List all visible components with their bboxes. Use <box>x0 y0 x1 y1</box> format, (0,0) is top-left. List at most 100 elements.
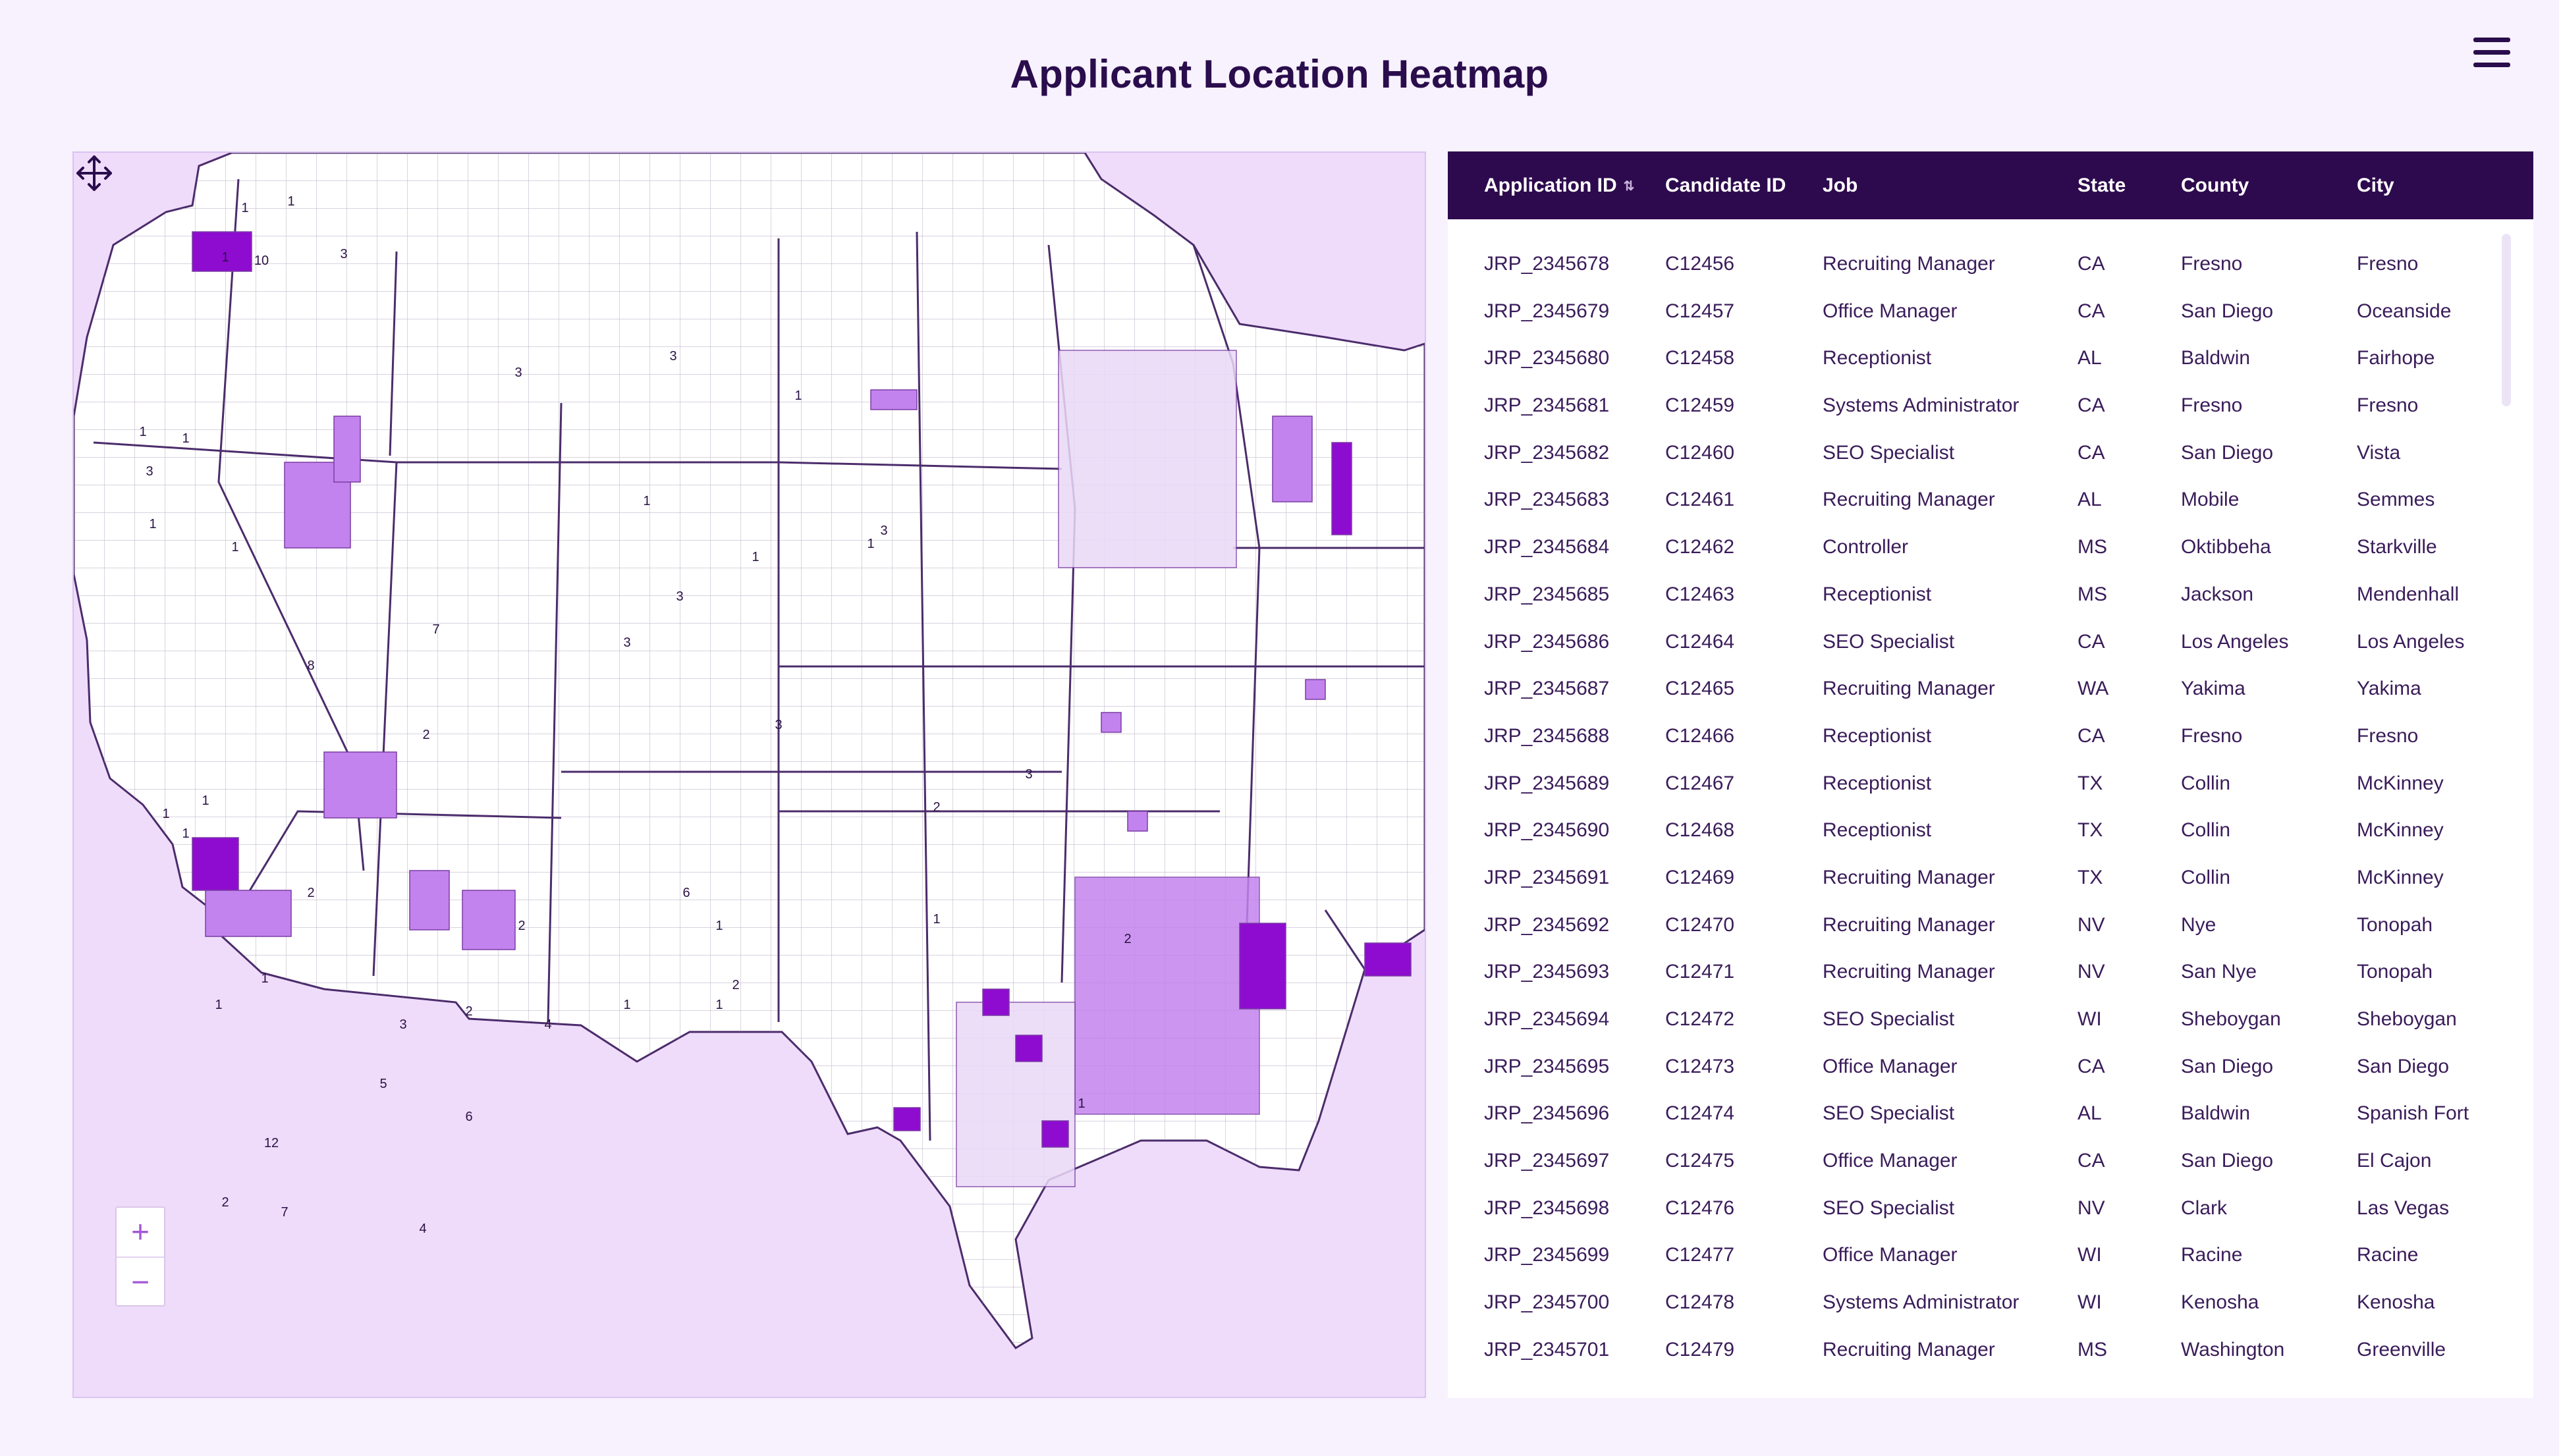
table-cell: Vista <box>2357 441 2401 464</box>
map-count-label: 2 <box>518 919 525 933</box>
table-cell: MS <box>2077 536 2107 558</box>
table-cell: JRP_2345691 <box>1484 866 1610 888</box>
table-cell: CA <box>2077 1150 2105 1172</box>
table-cell: C12463 <box>1665 583 1735 605</box>
zoom-out-button[interactable]: − <box>117 1256 164 1307</box>
hamburger-menu-icon <box>2473 38 2510 42</box>
column-header-job[interactable]: Job <box>1823 151 1857 219</box>
table-cell: JRP_2345701 <box>1484 1338 1610 1361</box>
table-cell: Fresno <box>2181 724 2243 747</box>
table-row[interactable]: JRP_2345687 C12465 Recruiting Manager WA Yak… <box>1448 665 2533 713</box>
table-cell: Washington <box>2181 1338 2285 1361</box>
map-count-label: 3 <box>399 1017 406 1032</box>
table-cell: Spanish Fort <box>2357 1102 2469 1125</box>
table-cell: Receptionist <box>1823 819 1932 842</box>
table-row[interactable]: JRP_2345684 C12462 Controller MS Oktibbeha St… <box>1448 524 2533 571</box>
table-cell: CA <box>2077 441 2105 464</box>
table-row[interactable]: JRP_2345689 C12467 Receptionist TX Collin McK… <box>1448 760 2533 807</box>
table-cell: SEO Specialist <box>1823 1197 1955 1219</box>
map-count-label: 6 <box>682 886 690 900</box>
map-count-label: 1 <box>933 912 940 927</box>
table-cell: Baldwin <box>2181 1102 2251 1125</box>
menu-button[interactable] <box>2473 33 2510 74</box>
table-cell: Fresno <box>2357 394 2419 417</box>
table-row[interactable]: JRP_2345681 C12459 Systems Administrator CA… <box>1448 382 2533 429</box>
table-cell: Oceanside <box>2357 300 2452 322</box>
column-header-city[interactable]: City <box>2357 151 2394 219</box>
map-count-label: 1 <box>202 794 209 808</box>
column-header-application-id[interactable]: Application ID ⇅ <box>1484 151 1634 221</box>
table-cell: SEO Specialist <box>1823 630 1955 653</box>
table-row[interactable]: JRP_2345678 C12456 Recruiting Manager CA Fre… <box>1448 240 2533 288</box>
map-count-label: 2 <box>933 800 940 815</box>
table-row[interactable]: JRP_2345701 C12479 Recruiting Manager MS Was… <box>1448 1326 2533 1374</box>
table-cell: Mobile <box>2181 489 2240 511</box>
table-cell: JRP_2345682 <box>1484 441 1610 464</box>
table-row[interactable]: JRP_2345698 C12476 SEO Specialist NV Clark La… <box>1448 1185 2533 1232</box>
sort-icon[interactable]: ⇅ <box>1624 179 1635 194</box>
table-cell: C12469 <box>1665 866 1735 888</box>
table-row[interactable]: JRP_2345691 C12469 Recruiting Manager TX Col… <box>1448 854 2533 902</box>
move-arrows-icon[interactable] <box>74 153 115 194</box>
map-count-label: 1 <box>215 998 222 1012</box>
map-count-label: 4 <box>419 1222 426 1236</box>
table-row[interactable]: JRP_2345699 C12477 Office Manager WI Racine R… <box>1448 1231 2533 1279</box>
table-row[interactable]: JRP_2345694 C12472 SEO Specialist WI Sheboyg… <box>1448 996 2533 1043</box>
us-county-heatmap[interactable]: 1 1 1 10 3 3 3 1 1 1 3 3 1 1 1 8 7 2 6 3 2 1 1 2 2 1 2 3 2 3 3 1 1 5 1 3 12 4… <box>72 151 1426 1398</box>
table-row[interactable]: JRP_2345683 C12461 Recruiting Manager AL Mob… <box>1448 476 2533 524</box>
column-header-county[interactable]: County <box>2181 151 2249 219</box>
table-cell: Recruiting Manager <box>1823 253 1995 275</box>
table-cell: Yakima <box>2357 678 2421 700</box>
table-row[interactable]: JRP_2345679 C12457 Office Manager CA San Die… <box>1448 288 2533 335</box>
map-count-label: 5 <box>379 1077 387 1091</box>
table-row[interactable]: JRP_2345685 C12463 Receptionist MS Jackson Me… <box>1448 571 2533 618</box>
table-cell: Recruiting Manager <box>1823 489 1995 511</box>
map-count-label: 2 <box>422 728 429 742</box>
table-row[interactable]: JRP_2345686 C12464 SEO Specialist CA Los Ang… <box>1448 618 2533 666</box>
us-map-svg[interactable]: 1 11 10 33311 133111872632112212323311513124… <box>74 153 1425 1397</box>
column-header-candidate-id[interactable]: Candidate ID <box>1665 151 1786 219</box>
table-cell: Receptionist <box>1823 724 1932 747</box>
table-cell: C12462 <box>1665 536 1735 558</box>
map-count-label: 2 <box>221 1195 229 1210</box>
table-cell: TX <box>2077 866 2103 888</box>
table-row[interactable]: JRP_2345697 C12475 Office Manager CA San Die… <box>1448 1137 2533 1185</box>
column-header-state[interactable]: State <box>2077 151 2126 219</box>
table-row[interactable]: JRP_2345695 C12473 Office Manager CA San Die… <box>1448 1043 2533 1091</box>
map-count-label: 2 <box>307 886 314 900</box>
map-count-label: 1 <box>149 517 156 531</box>
table-cell: NV <box>2077 1197 2105 1219</box>
map-count-label: 1 <box>623 998 630 1012</box>
table-cell: Oktibbeha <box>2181 536 2271 558</box>
table-cell: Nye <box>2181 913 2216 936</box>
table-cell: San Diego <box>2181 441 2274 464</box>
table-cell: JRP_2345700 <box>1484 1291 1610 1314</box>
table-cell: Los Angeles <box>2181 630 2289 653</box>
table-cell: Receptionist <box>1823 583 1932 605</box>
map-count-label: 8 <box>307 659 314 673</box>
table-row[interactable]: JRP_2345696 C12474 SEO Specialist AL Baldwin… <box>1448 1090 2533 1137</box>
table-cell: JRP_2345693 <box>1484 961 1610 983</box>
zoom-in-button[interactable]: + <box>117 1208 164 1256</box>
table-row[interactable]: JRP_2345680 C12458 Receptionist AL Baldwin Fa… <box>1448 335 2533 382</box>
table-row[interactable]: JRP_2345692 C12470 Recruiting Manager NV Nye… <box>1448 902 2533 949</box>
table-cell: Kenosha <box>2357 1291 2435 1314</box>
table-cell: Racine <box>2357 1244 2419 1266</box>
map-count-label: 3 <box>146 464 153 479</box>
table-cell: WA <box>2077 678 2109 700</box>
table-cell: C12474 <box>1665 1102 1735 1125</box>
table-cell: Receptionist <box>1823 772 1932 794</box>
map-count-label: 1 <box>1078 1096 1085 1111</box>
table-row[interactable]: JRP_2345682 C12460 SEO Specialist CA San Die… <box>1448 429 2533 477</box>
map-count-label: 2 <box>1124 932 1131 946</box>
table-row[interactable]: JRP_2345693 C12471 Recruiting Manager NV San… <box>1448 948 2533 996</box>
map-count-label: 1 <box>794 389 802 403</box>
table-cell: Mendenhall <box>2357 583 2460 605</box>
table-row[interactable]: JRP_2345700 C12478 Systems Administrator WI… <box>1448 1279 2533 1326</box>
table-row[interactable]: JRP_2345688 C12466 Receptionist CA Fresno Fre… <box>1448 713 2533 760</box>
table-cell: AL <box>2077 1102 2102 1125</box>
table-cell: CA <box>2077 1055 2105 1077</box>
scrollbar-thumb[interactable] <box>2502 234 2511 406</box>
map-count-label: 1 <box>867 537 874 551</box>
table-row[interactable]: JRP_2345690 C12468 Receptionist TX Collin McK… <box>1448 807 2533 854</box>
